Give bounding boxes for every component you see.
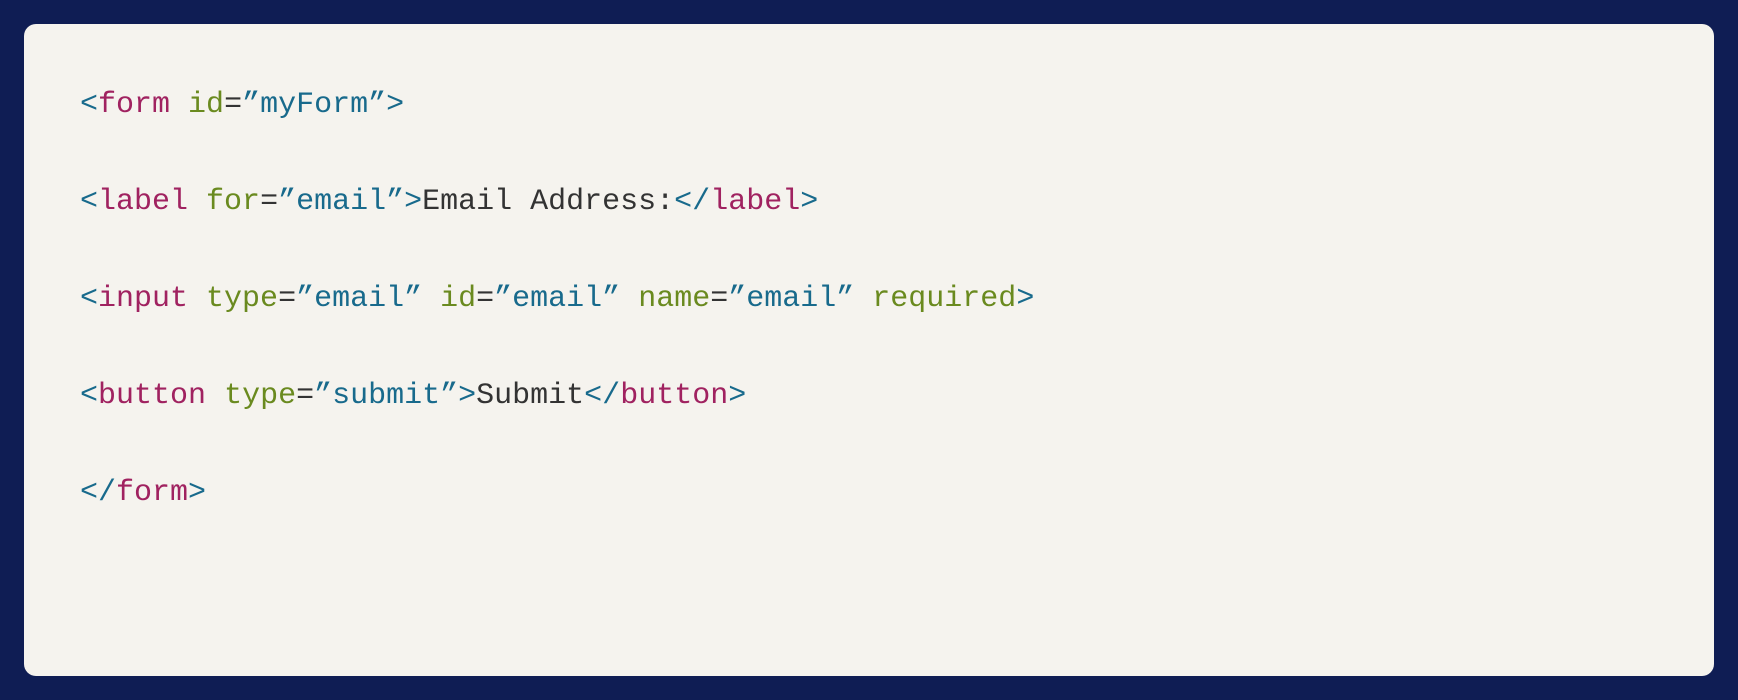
code-token-attr-value: ”myForm” (242, 88, 386, 122)
code-token-attr-eq: = (296, 379, 314, 413)
code-token-attr-value: ”email” (296, 282, 422, 316)
code-token-text (854, 282, 872, 316)
code-token-bracket: > (404, 185, 422, 219)
code-token-bracket: </ (674, 185, 710, 219)
code-line: <label for=”email”>Email Address:</label… (80, 181, 1658, 223)
code-snippet-panel: <form id=”myForm”><label for=”email”>Ema… (24, 24, 1714, 676)
code-token-tag: button (98, 379, 206, 413)
code-token-attr-value: ”email” (278, 185, 404, 219)
code-token-attr-eq: = (278, 282, 296, 316)
code-token-tag: label (98, 185, 188, 219)
code-token-tag: input (98, 282, 188, 316)
code-token-text (188, 185, 206, 219)
code-token-attr-eq: = (224, 88, 242, 122)
code-token-attr-eq: = (476, 282, 494, 316)
code-token-attr-name: required (872, 282, 1016, 316)
code-line: <button type=”submit”>Submit</button> (80, 375, 1658, 417)
code-token-attr-value: ”email” (494, 282, 620, 316)
code-token-bracket: > (728, 379, 746, 413)
code-token-attr-name: id (188, 88, 224, 122)
code-token-tag: form (116, 476, 188, 510)
code-token-bracket: > (458, 379, 476, 413)
code-token-text: Email Address: (422, 185, 674, 219)
code-token-attr-value: ”submit” (314, 379, 458, 413)
code-token-attr-eq: = (260, 185, 278, 219)
code-token-bracket: < (80, 185, 98, 219)
code-block: <form id=”myForm”><label for=”email”>Ema… (80, 84, 1658, 514)
code-token-text (170, 88, 188, 122)
code-token-bracket: < (80, 88, 98, 122)
code-token-tag: button (620, 379, 728, 413)
code-token-bracket: > (800, 185, 818, 219)
code-line: <form id=”myForm”> (80, 84, 1658, 126)
code-token-text (620, 282, 638, 316)
code-token-attr-name: id (440, 282, 476, 316)
code-token-attr-eq: = (710, 282, 728, 316)
code-token-tag: form (98, 88, 170, 122)
code-token-attr-name: type (206, 282, 278, 316)
code-token-attr-name: name (638, 282, 710, 316)
code-line: </form> (80, 472, 1658, 514)
code-token-text (422, 282, 440, 316)
code-token-attr-name: type (224, 379, 296, 413)
code-token-tag: label (710, 185, 800, 219)
code-token-attr-name: for (206, 185, 260, 219)
code-token-bracket: > (1016, 282, 1034, 316)
code-token-text (206, 379, 224, 413)
code-token-bracket: </ (80, 476, 116, 510)
code-token-bracket: </ (584, 379, 620, 413)
code-token-text (188, 282, 206, 316)
code-line: <input type=”email” id=”email” name=”ema… (80, 278, 1658, 320)
code-token-bracket: > (386, 88, 404, 122)
code-token-bracket: < (80, 379, 98, 413)
code-token-text: Submit (476, 379, 584, 413)
code-token-bracket: > (188, 476, 206, 510)
code-token-attr-value: ”email” (728, 282, 854, 316)
code-token-bracket: < (80, 282, 98, 316)
